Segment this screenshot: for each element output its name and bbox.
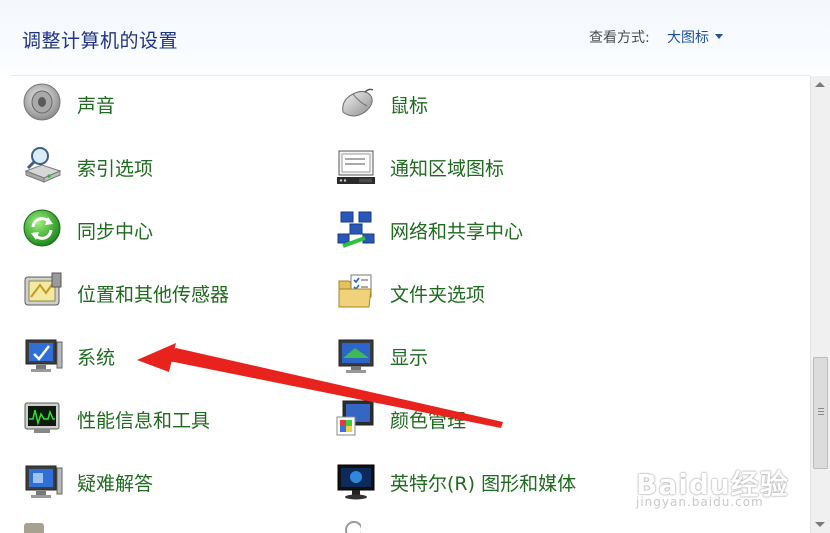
view-by-dropdown[interactable]: 大图标	[667, 27, 723, 47]
sync-center-icon	[23, 209, 61, 247]
item-label: 声音	[77, 95, 116, 117]
scroll-up-icon[interactable]	[815, 82, 825, 87]
item-label: 通知区域图标	[390, 158, 505, 180]
baidu-watermark-url: jingyan.baidu.com	[636, 495, 764, 509]
item-label: 显示	[390, 347, 429, 369]
item-label: 文件夹选项	[390, 284, 486, 306]
grip-line	[818, 414, 824, 415]
partial-row-icon	[24, 523, 44, 533]
item-label: 同步中心	[77, 221, 154, 243]
header: 调整计算机的设置 查看方式: 大图标	[0, 0, 830, 76]
grip-line	[818, 411, 824, 412]
scroll-down-icon[interactable]	[815, 522, 825, 527]
troubleshooting-icon	[25, 465, 63, 498]
partial-row-icon	[345, 521, 361, 533]
item-label: 性能信息和工具	[77, 410, 211, 432]
item-label: 索引选项	[77, 158, 154, 180]
network-sharing-icon	[337, 211, 375, 248]
system-icon	[25, 339, 63, 372]
display-icon	[338, 339, 374, 373]
chevron-down-icon	[715, 34, 723, 39]
item-label: 颜色管理	[390, 410, 467, 432]
page-title: 调整计算机的设置	[22, 30, 179, 52]
notification-area-icon	[337, 150, 375, 184]
item-label: 鼠标	[390, 95, 429, 117]
view-by-label: 查看方式:	[589, 30, 650, 46]
indexing-icon	[24, 147, 62, 183]
intel-graphics-icon	[337, 464, 375, 500]
color-management-icon	[336, 400, 374, 436]
item-label: 位置和其他传感器	[77, 284, 230, 306]
view-by-value: 大图标	[667, 30, 709, 46]
item-label: 系统	[77, 347, 116, 369]
mouse-icon	[342, 88, 374, 117]
scrollbar-thumb[interactable]	[813, 357, 828, 469]
vertical-scrollbar[interactable]	[810, 76, 830, 533]
speaker-icon	[23, 83, 61, 121]
location-sensors-icon	[24, 272, 62, 306]
grip-line	[818, 408, 824, 409]
folder-options-icon	[338, 274, 372, 308]
item-label: 疑难解答	[77, 473, 154, 495]
item-label: 网络和共享中心	[390, 221, 524, 243]
item-label: 英特尔(R) 图形和媒体	[390, 473, 577, 495]
performance-icon	[24, 402, 60, 433]
